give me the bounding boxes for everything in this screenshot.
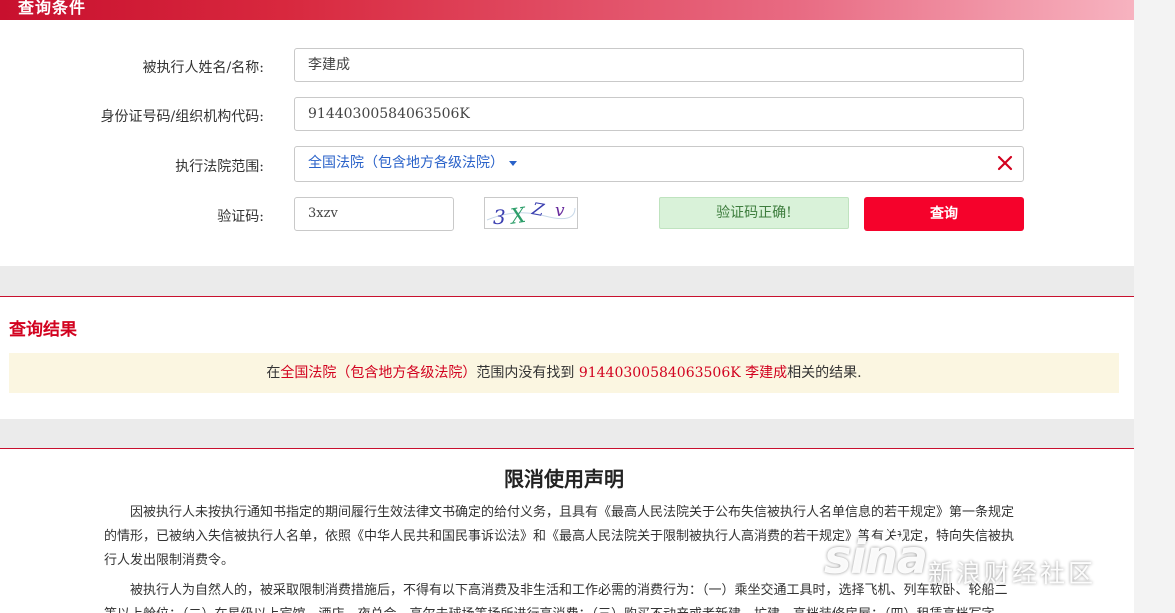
captcha-status-badge: 验证码正确!	[659, 197, 849, 229]
svg-text:v: v	[555, 201, 565, 221]
name-input[interactable]: 李建成	[294, 48, 1024, 82]
court-select[interactable]: 全国法院（包含地方各级法院）	[294, 146, 1024, 182]
results-message: 在全国法院（包含地方各级法院）范围内没有找到 91440300584063506…	[9, 353, 1119, 393]
search-panel-title: 查询条件	[18, 0, 87, 17]
results-panel: 查询结果 在全国法院（包含地方各级法院）范围内没有找到 914403005840…	[0, 296, 1134, 419]
declaration-paragraph-1: 因被执行人未按执行通知书指定的期间履行生效法律文书确定的给付义务，且具有《最高人…	[104, 505, 1015, 568]
svg-text:Z: Z	[529, 199, 546, 221]
id-label: 身份证号码/组织机构代码:	[100, 109, 264, 125]
results-court: 全国法院（包含地方各级法院）	[280, 365, 477, 381]
query-button[interactable]: 查询	[864, 197, 1024, 231]
name-label: 被执行人姓名/名称:	[142, 60, 264, 76]
svg-text:X: X	[507, 203, 528, 228]
results-id: 91440300584063506K	[578, 365, 741, 381]
declaration-panel: 限消使用声明 因被执行人未按执行通知书指定的期间履行生效法律文书确定的给付义务，…	[0, 448, 1134, 613]
declaration-title: 限消使用声明	[504, 467, 624, 491]
close-icon[interactable]	[997, 155, 1013, 171]
right-edge-strip	[1134, 0, 1175, 613]
declaration-paragraph-2: 被执行人为自然人的，被采取限制消费措施后，不得有以下高消费及非生活和工作必需的消…	[104, 583, 1008, 613]
svg-text:3: 3	[493, 205, 506, 228]
caret-down-icon[interactable]	[509, 161, 517, 166]
results-prefix: 在	[266, 365, 281, 381]
captcha-label: 验证码:	[217, 209, 264, 225]
results-suffix: 相关的结果.	[787, 365, 862, 381]
captcha-image[interactable]: 3 X Z v	[484, 197, 578, 229]
captcha-input[interactable]: 3xzv	[294, 197, 454, 231]
court-select-value: 全国法院（包含地方各级法院）	[308, 155, 504, 171]
results-middle: 范围内没有找到	[476, 365, 575, 381]
search-panel: 被执行人姓名/名称: 李建成 身份证号码/组织机构代码: 91440300584…	[0, 20, 1134, 266]
court-label: 执行法院范围:	[175, 159, 264, 175]
results-title: 查询结果	[9, 320, 77, 340]
search-panel-header: 查询条件	[0, 0, 1134, 20]
id-input[interactable]: 91440300584063506K	[294, 97, 1024, 131]
results-name: 李建成	[745, 365, 788, 381]
